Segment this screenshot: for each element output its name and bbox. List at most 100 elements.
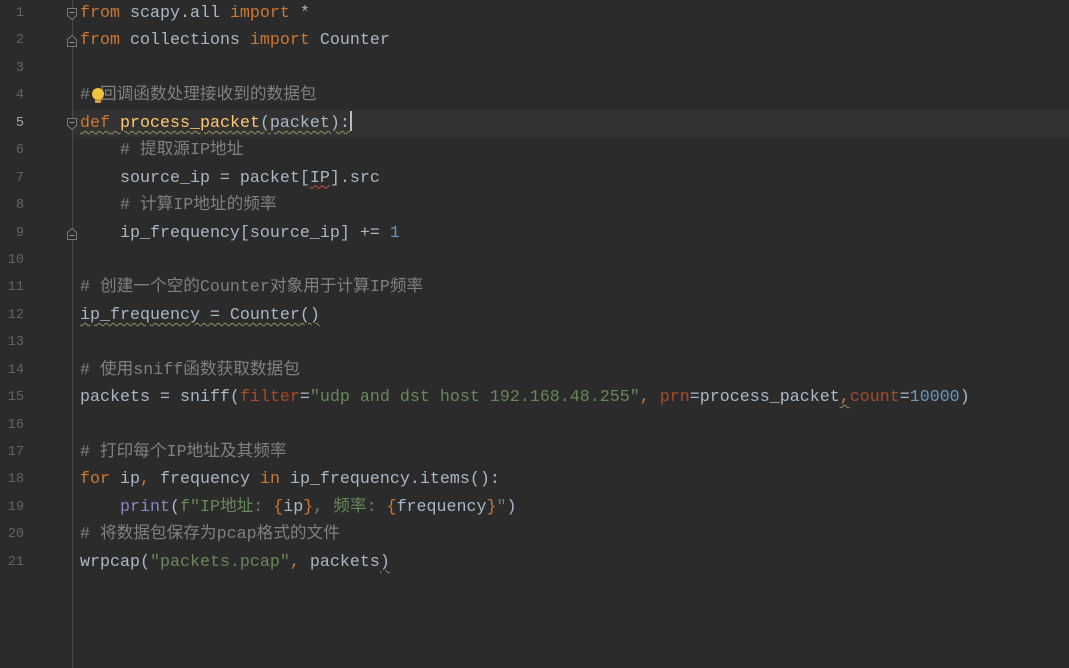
code-line[interactable]: 9 ip_frequency[source_ip] += 1: [0, 220, 1069, 247]
code-text[interactable]: def process_packet(packet):: [80, 110, 352, 137]
keyword-token[interactable]: from: [80, 31, 120, 50]
plain-token[interactable]: (: [170, 498, 180, 517]
comment-token[interactable]: # 回调函数处理接收到的数据包: [80, 86, 317, 105]
code-line[interactable]: 12 ip_frequency = Counter(): [0, 302, 1069, 329]
code-line[interactable]: 7 source_ip = packet[IP].src: [0, 165, 1069, 192]
plain-token[interactable]: (packet):: [260, 114, 350, 133]
keyword-token[interactable]: from: [80, 4, 120, 23]
code-text[interactable]: # 使用sniff函数获取数据包: [80, 357, 300, 384]
punct-token[interactable]: ,: [640, 388, 660, 407]
plain-token[interactable]: ip: [283, 498, 303, 517]
editor-lines[interactable]: 1 from scapy.all import * 2 from collection…: [0, 0, 1069, 576]
code-line[interactable]: 6 # 提取源IP地址: [0, 137, 1069, 164]
plain-token[interactable]: [80, 141, 120, 160]
keyword-token[interactable]: for: [80, 470, 110, 489]
code-text[interactable]: ip_frequency = Counter(): [80, 302, 320, 329]
code-line[interactable]: 11 # 创建一个空的Counter对象用于计算IP频率: [0, 274, 1069, 301]
string-token[interactable]: "packets.pcap": [150, 553, 290, 572]
plain-token[interactable]: source_ip = packet[: [80, 169, 310, 188]
keyword-token[interactable]: }: [303, 498, 313, 517]
string-token[interactable]: ": [497, 498, 507, 517]
comment-token[interactable]: # 将数据包保存为pcap格式的文件: [80, 525, 340, 544]
fold-start-icon[interactable]: [66, 7, 78, 21]
keyword-token[interactable]: def: [80, 114, 110, 133]
param-token[interactable]: count: [850, 388, 900, 407]
fold-end-icon[interactable]: [66, 227, 78, 241]
plain-token[interactable]: ].src: [330, 169, 380, 188]
plain-token[interactable]: ip: [110, 470, 140, 489]
plain-token[interactable]: packets = sniff(: [80, 388, 240, 407]
code-line[interactable]: 13: [0, 329, 1069, 356]
code-text[interactable]: # 打印每个IP地址及其频率: [80, 439, 287, 466]
code-line[interactable]: 4 # 回调函数处理接收到的数据包: [0, 82, 1069, 109]
code-text[interactable]: # 计算IP地址的频率: [80, 192, 277, 219]
code-line[interactable]: 8 # 计算IP地址的频率: [0, 192, 1069, 219]
keyword-token[interactable]: {: [387, 498, 397, 517]
punct-token[interactable]: ,: [140, 470, 150, 489]
code-text[interactable]: # 提取源IP地址: [80, 137, 243, 164]
plain-token[interactable]: IP: [310, 169, 330, 188]
plain-token[interactable]: packets: [310, 553, 380, 572]
comment-token[interactable]: # 打印每个IP地址及其频率: [80, 443, 287, 462]
plain-token[interactable]: =: [300, 388, 310, 407]
plain-token[interactable]: =: [900, 388, 910, 407]
code-line[interactable]: 16: [0, 412, 1069, 439]
comment-token[interactable]: # 提取源IP地址: [120, 141, 243, 160]
plain-token[interactable]: ip_frequency[source_ip] +=: [80, 224, 390, 243]
keyword-token[interactable]: }: [487, 498, 497, 517]
code-line[interactable]: 18 for ip, frequency in ip_frequency.item…: [0, 466, 1069, 493]
plain-token[interactable]: collections: [120, 31, 250, 50]
code-text[interactable]: ip_frequency[source_ip] += 1: [80, 220, 400, 247]
code-text[interactable]: # 回调函数处理接收到的数据包: [80, 82, 317, 109]
code-text[interactable]: wrpcap("packets.pcap", packets): [80, 549, 390, 576]
function-token[interactable]: process_packet: [120, 114, 260, 133]
builtin-token[interactable]: print: [120, 498, 170, 517]
plain-token[interactable]: =process_packet: [690, 388, 840, 407]
keyword-token[interactable]: in: [260, 470, 280, 489]
plain-token[interactable]: wrpcap(: [80, 553, 150, 572]
fold-end-icon[interactable]: [66, 34, 78, 48]
comment-token[interactable]: # 计算IP地址的频率: [120, 196, 277, 215]
code-text[interactable]: from collections import Counter: [80, 27, 390, 54]
code-editor[interactable]: 1 from scapy.all import * 2 from collection…: [0, 0, 1069, 668]
code-text[interactable]: source_ip = packet[IP].src: [80, 165, 380, 192]
lightbulb-icon[interactable]: [90, 87, 106, 105]
plain-token[interactable]: frequency: [397, 498, 487, 517]
plain-token[interactable]: scapy.all: [120, 4, 230, 23]
plain-token[interactable]: *: [290, 4, 310, 23]
code-text[interactable]: from scapy.all import *: [80, 0, 310, 27]
keyword-token[interactable]: import: [230, 4, 290, 23]
code-line[interactable]: 3: [0, 55, 1069, 82]
number-token[interactable]: 1: [390, 224, 400, 243]
plain-token[interactable]: [80, 196, 120, 215]
comment-token[interactable]: # 使用sniff函数获取数据包: [80, 361, 300, 380]
code-line[interactable]: 15 packets = sniff(filter="udp and dst ho…: [0, 384, 1069, 411]
code-line[interactable]: 1 from scapy.all import *: [0, 0, 1069, 27]
plain-token[interactable]: [110, 114, 120, 133]
fold-start-icon[interactable]: [66, 117, 78, 131]
code-text[interactable]: for ip, frequency in ip_frequency.items(…: [80, 466, 500, 493]
comment-token[interactable]: # 创建一个空的Counter对象用于计算IP频率: [80, 278, 423, 297]
plain-token[interactable]: frequency: [150, 470, 260, 489]
plain-token[interactable]: ip_frequency.items():: [280, 470, 500, 489]
string-token[interactable]: , 频率:: [313, 498, 386, 517]
code-text[interactable]: packets = sniff(filter="udp and dst host…: [80, 384, 970, 411]
number-token[interactable]: 10000: [910, 388, 960, 407]
param-token[interactable]: prn: [660, 388, 690, 407]
code-text[interactable]: # 创建一个空的Counter对象用于计算IP频率: [80, 274, 423, 301]
code-text[interactable]: print(f"IP地址: {ip}, 频率: {frequency}"): [80, 494, 517, 521]
punct-token[interactable]: ,: [290, 553, 310, 572]
plain-token[interactable]: ): [380, 553, 390, 572]
code-line[interactable]: 5 def process_packet(packet):: [0, 109, 1069, 138]
code-line[interactable]: 17 # 打印每个IP地址及其频率: [0, 439, 1069, 466]
code-line[interactable]: 10: [0, 247, 1069, 274]
plain-token[interactable]: Counter: [310, 31, 390, 50]
code-line[interactable]: 14 # 使用sniff函数获取数据包: [0, 357, 1069, 384]
plain-token[interactable]: [80, 498, 120, 517]
string-token[interactable]: "udp and dst host 192.168.48.255": [310, 388, 640, 407]
plain-token[interactable]: ): [507, 498, 517, 517]
plain-token[interactable]: ): [960, 388, 970, 407]
punct-token[interactable]: ,: [840, 388, 850, 407]
code-line[interactable]: 2 from collections import Counter: [0, 27, 1069, 54]
keyword-token[interactable]: {: [273, 498, 283, 517]
